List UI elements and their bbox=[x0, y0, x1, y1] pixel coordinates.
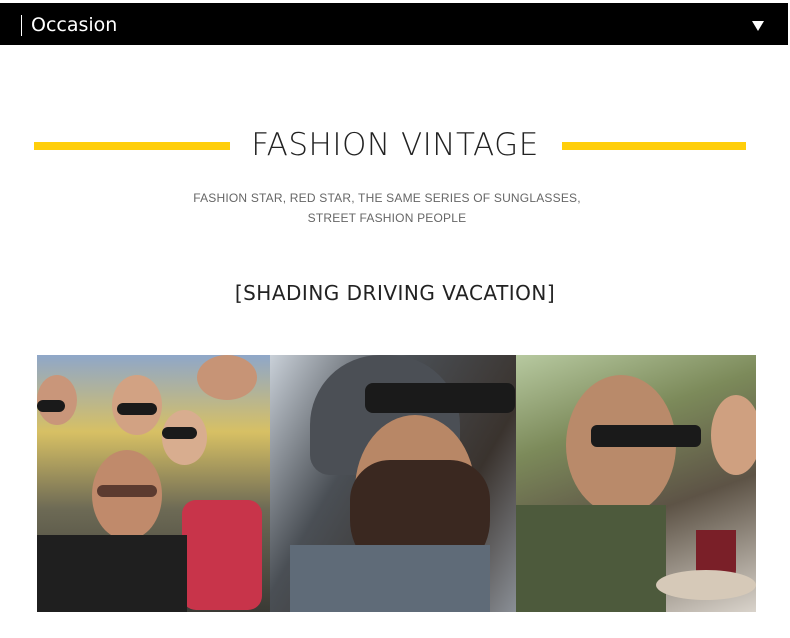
photo-strip bbox=[37, 355, 756, 612]
occasion-list: [SHADING DRIVING VACATION] bbox=[234, 281, 556, 305]
occasion-header[interactable]: Occasion bbox=[0, 3, 788, 45]
chevron-down-icon[interactable] bbox=[752, 21, 764, 31]
bearded-man-driving-photo bbox=[270, 355, 516, 612]
header-title: Occasion bbox=[31, 14, 118, 36]
group-selfie-photo bbox=[37, 355, 270, 612]
section-title: FASHION VINTAGE bbox=[251, 127, 539, 163]
section-subtitle-line2: STREET FASHION PEOPLE bbox=[307, 211, 467, 225]
man-dining-vacation-photo bbox=[516, 355, 756, 612]
section-subtitle-line1: FASHION STAR, RED STAR, THE SAME SERIES … bbox=[193, 191, 581, 205]
header-divider bbox=[21, 15, 22, 36]
